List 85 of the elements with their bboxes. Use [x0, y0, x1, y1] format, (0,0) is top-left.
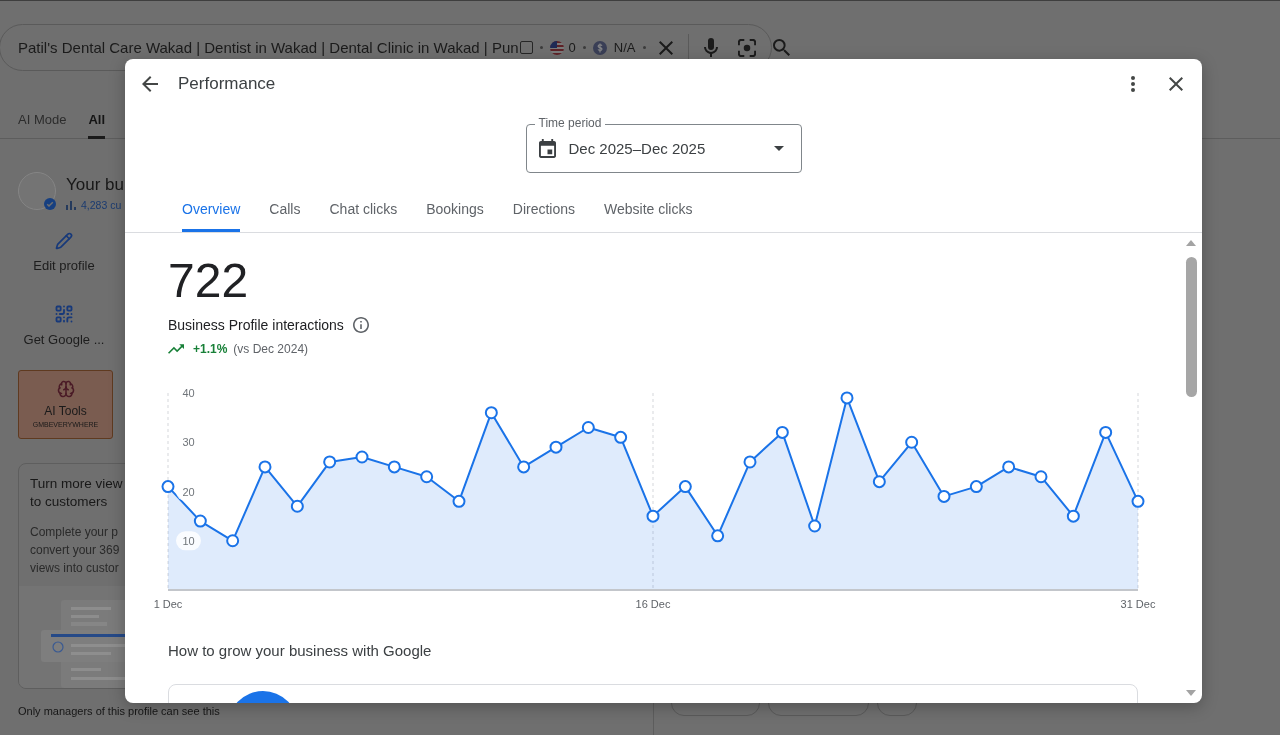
data-point: [420, 470, 434, 484]
camera-lens-icon: [737, 38, 756, 57]
data-point: [775, 425, 789, 439]
tab[interactable]: Bookings: [426, 189, 484, 232]
change-value: +1.1%: [193, 342, 228, 356]
axis-label: 1 Dec: [153, 598, 183, 610]
data-point: [258, 460, 272, 474]
axis-label: 31 Dec: [1120, 598, 1156, 610]
data-point: [872, 475, 886, 489]
pencil-icon: [55, 232, 73, 250]
tab[interactable]: Directions: [512, 189, 575, 232]
qr-code-icon: [54, 304, 74, 324]
tab[interactable]: Website clicks: [604, 189, 693, 232]
data-point: [840, 391, 854, 405]
calendar-icon: [538, 139, 556, 158]
price-label: N/A: [613, 40, 636, 55]
card-text: views into custor: [29, 560, 119, 577]
data-point: [581, 421, 595, 434]
footnote: Only managers of this profile can see this: [18, 705, 220, 718]
data-point: [1066, 509, 1080, 523]
scrollbar-thumb[interactable]: [1185, 257, 1197, 397]
data-point: [1002, 460, 1016, 474]
card-title: Turn more view: [29, 475, 123, 493]
comparison-text: (vs Dec 2024): [233, 342, 309, 356]
data-point: [387, 460, 401, 474]
data-point: [937, 489, 951, 503]
info-icon: [352, 317, 369, 333]
close-icon: [1169, 77, 1183, 91]
data-point: [226, 534, 240, 548]
card-title: to customers: [29, 493, 108, 511]
business-title: Your bu: [66, 174, 124, 195]
metric-value: 722: [168, 257, 249, 305]
data-point: [452, 494, 466, 508]
scroll-down-icon: [1186, 690, 1196, 696]
tab[interactable]: Chat clicks: [329, 189, 398, 232]
tab[interactable]: Calls: [269, 189, 301, 232]
axis-label: 40: [182, 387, 195, 399]
data-point: [711, 529, 725, 543]
data-point: [678, 480, 692, 494]
data-point: [323, 455, 337, 469]
data-point: [549, 440, 563, 454]
axis-label: 16 Dec: [635, 598, 671, 610]
arrow-left-icon: [142, 76, 158, 92]
trend-up-icon: [168, 344, 184, 354]
bar-chart-icon: [66, 200, 76, 210]
search-tab[interactable]: AI Mode: [18, 100, 67, 139]
section-title: How to grow your business with Google: [168, 641, 432, 661]
data-point: [355, 450, 369, 464]
data-point: [290, 499, 304, 513]
data-point: [1034, 470, 1048, 484]
data-point: [905, 435, 919, 449]
microphone-icon: [703, 38, 718, 57]
data-point: [614, 430, 628, 444]
close-icon: [658, 40, 673, 55]
data-point: [517, 460, 531, 474]
metric-label: Business Profile interactions: [168, 317, 344, 333]
caret-icon: [773, 146, 784, 151]
data-point: [969, 480, 983, 494]
data-point: [1099, 425, 1113, 439]
field-label: Time period: [534, 116, 606, 130]
tab[interactable]: Overview: [182, 189, 241, 232]
card-text: convert your 369: [29, 542, 120, 559]
data-point: [193, 514, 207, 528]
search-icon: [773, 39, 790, 56]
dollar-coin-icon: [592, 40, 607, 55]
axis-label: 30: [182, 436, 195, 449]
flag-icon: [549, 40, 564, 55]
card-text: Complete your p: [29, 524, 119, 541]
data-point: [743, 455, 757, 469]
data-point: [1131, 494, 1145, 508]
data-point: [646, 509, 660, 523]
data-point: [161, 480, 175, 494]
data-point: [484, 406, 498, 420]
more-vertical-icon: [1131, 76, 1135, 92]
dialog-title: Performance: [178, 74, 276, 94]
action-button[interactable]: Get Google ...: [18, 304, 110, 347]
count-label: 0: [568, 40, 576, 55]
data-point: [808, 519, 822, 533]
action-button[interactable]: Edit profile: [18, 232, 110, 273]
brain-icon: [56, 380, 75, 398]
axis-label: 20: [182, 485, 195, 498]
checkbox[interactable]: [519, 41, 533, 54]
axis-label: 10: [182, 534, 195, 547]
search-tab[interactable]: All: [88, 100, 106, 139]
scroll-up-icon: [1186, 240, 1196, 246]
